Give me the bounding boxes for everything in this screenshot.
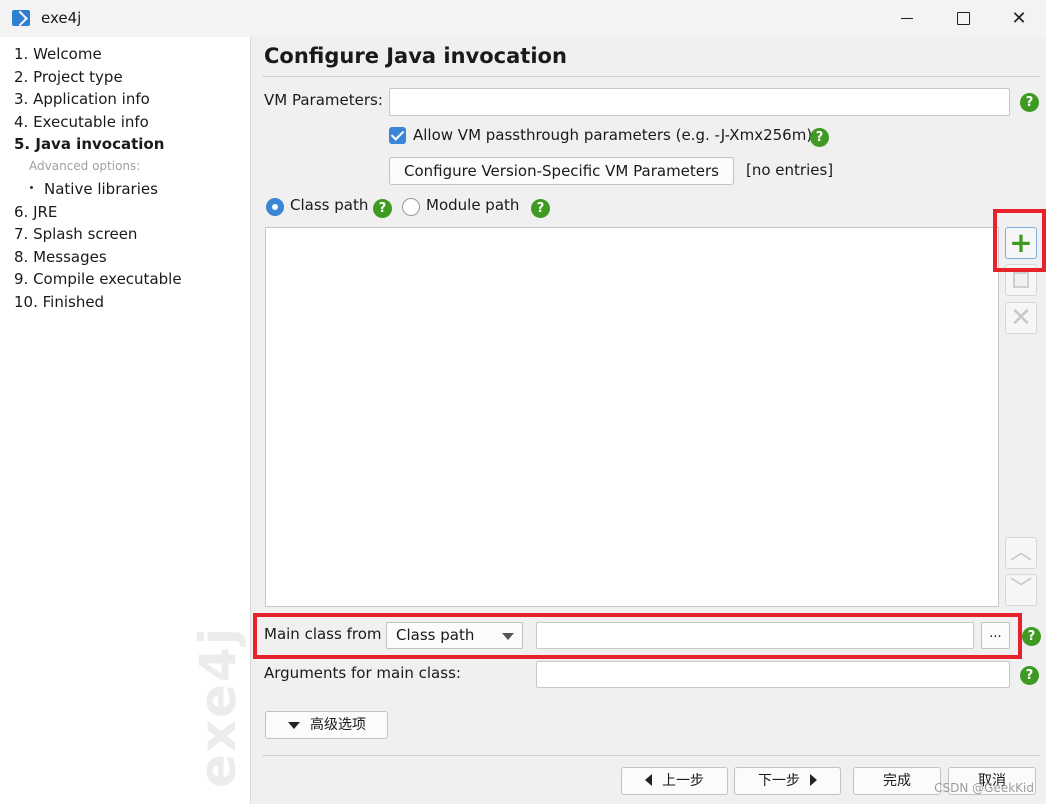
- step-java-invocation[interactable]: 5. Java invocation: [14, 135, 164, 153]
- close-button[interactable]: ✕: [992, 0, 1046, 37]
- chevron-down-icon: ﹀: [1009, 577, 1032, 602]
- advanced-options-label: Advanced options:: [29, 159, 141, 173]
- arguments-input[interactable]: [536, 661, 1010, 688]
- finish-button[interactable]: 完成: [853, 767, 941, 795]
- title-bar: exe4j ✕: [0, 0, 1046, 37]
- highlight-main-class-row: [253, 613, 1022, 659]
- advanced-options-button[interactable]: 高级选项: [265, 711, 388, 739]
- classpath-radio[interactable]: [266, 198, 284, 216]
- maximize-button[interactable]: [936, 0, 990, 37]
- vm-params-input[interactable]: [389, 88, 1010, 116]
- step-compile-executable[interactable]: 9. Compile executable: [14, 270, 182, 288]
- minimize-button[interactable]: [880, 0, 934, 37]
- divider: [262, 755, 1040, 756]
- version-params-status: [no entries]: [746, 161, 834, 179]
- step-messages[interactable]: 8. Messages: [14, 248, 107, 266]
- advanced-options-label: 高级选项: [310, 717, 366, 733]
- step-project-type[interactable]: 2. Project type: [14, 68, 123, 86]
- help-icon[interactable]: ?: [1022, 627, 1041, 646]
- triangle-down-icon: [288, 722, 300, 729]
- modulepath-radio-label[interactable]: Module path: [426, 196, 519, 214]
- app-icon: [12, 10, 30, 26]
- delete-icon: ✕: [1010, 303, 1032, 333]
- allow-passthrough-label: Allow VM passthrough parameters (e.g. -J…: [413, 126, 813, 144]
- modulepath-radio[interactable]: [402, 198, 420, 216]
- classpath-radio-label[interactable]: Class path: [290, 196, 368, 214]
- help-icon[interactable]: ?: [531, 199, 550, 218]
- window-title: exe4j: [41, 9, 82, 27]
- page-title: Configure Java invocation: [264, 44, 567, 68]
- chevron-up-icon: ︿: [1009, 540, 1032, 565]
- allow-passthrough-checkbox[interactable]: [389, 127, 406, 144]
- next-label: 下一步: [758, 773, 800, 789]
- help-icon[interactable]: ?: [1020, 666, 1039, 685]
- credit-watermark: CSDN @GeekKid: [934, 781, 1034, 795]
- help-icon[interactable]: ?: [810, 128, 829, 147]
- step-executable-info[interactable]: 4. Executable info: [14, 113, 149, 131]
- move-up-button[interactable]: ︿: [1005, 537, 1037, 569]
- remove-entry-button[interactable]: ✕: [1005, 302, 1037, 334]
- step-native-libraries-label: Native libraries: [44, 180, 158, 198]
- step-application-info[interactable]: 3. Application info: [14, 90, 150, 108]
- bullet-icon: [30, 186, 33, 189]
- configure-version-vm-params-button[interactable]: Configure Version-Specific VM Parameters: [389, 157, 734, 185]
- vm-params-label: VM Parameters:: [264, 91, 383, 109]
- step-finished[interactable]: 10. Finished: [14, 293, 104, 311]
- arrow-right-icon: [810, 774, 817, 786]
- next-button[interactable]: 下一步: [734, 767, 841, 795]
- back-label: 上一步: [662, 773, 704, 789]
- arrow-left-icon: [645, 774, 652, 786]
- back-button[interactable]: 上一步: [621, 767, 728, 795]
- step-jre[interactable]: 6. JRE: [14, 203, 57, 221]
- divider: [262, 76, 1040, 77]
- help-icon[interactable]: ?: [1020, 93, 1039, 112]
- move-down-button[interactable]: ﹀: [1005, 574, 1037, 606]
- highlight-add-button: [993, 209, 1046, 272]
- edit-icon: [1013, 272, 1029, 288]
- step-native-libraries[interactable]: Native libraries: [30, 180, 158, 198]
- step-welcome[interactable]: 1. Welcome: [14, 45, 102, 63]
- arguments-label: Arguments for main class:: [264, 664, 461, 682]
- classpath-list[interactable]: [265, 227, 999, 607]
- exe4j-watermark-logo: exe4j: [189, 625, 247, 789]
- help-icon[interactable]: ?: [373, 199, 392, 218]
- step-splash-screen[interactable]: 7. Splash screen: [14, 225, 137, 243]
